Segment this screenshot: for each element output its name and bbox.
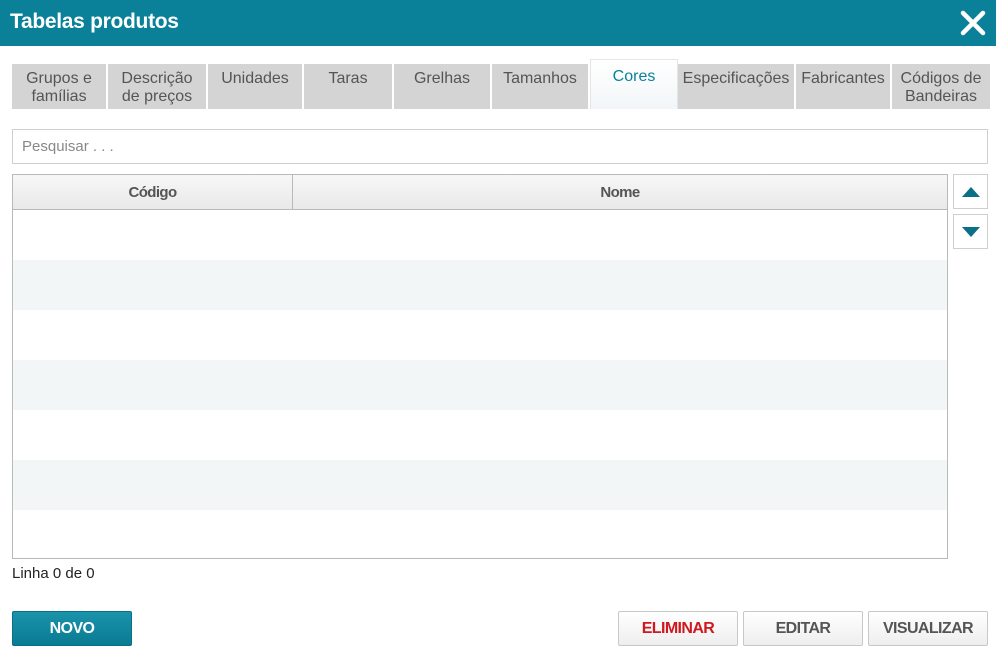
edit-button[interactable]: EDITAR (743, 611, 863, 646)
tab-bar: Grupos e famílias Descrição de preços Un… (12, 59, 990, 109)
close-icon[interactable] (958, 8, 988, 38)
scroll-down-button[interactable] (953, 214, 988, 249)
tab-unidades[interactable]: Unidades (208, 64, 304, 109)
delete-button[interactable]: ELIMINAR (618, 611, 738, 646)
tab-especificacoes[interactable]: Especificações (678, 64, 796, 109)
tab-grupos-familias[interactable]: Grupos e famílias (12, 64, 108, 109)
title-bar: Tabelas produtos (0, 0, 996, 46)
table-row (13, 410, 947, 460)
window-title: Tabelas produtos (10, 10, 179, 33)
table-row (13, 360, 947, 410)
scroll-up-button[interactable] (953, 174, 988, 209)
table-header: Código Nome (13, 175, 947, 210)
tab-tamanhos[interactable]: Tamanhos (492, 64, 590, 109)
table-row (13, 510, 947, 558)
tab-grelhas[interactable]: Grelhas (394, 64, 492, 109)
table-row (13, 460, 947, 510)
triangle-up-icon (961, 186, 980, 197)
search-input[interactable] (12, 129, 988, 164)
table-row (13, 260, 947, 310)
new-button[interactable]: NOVO (12, 611, 132, 646)
data-table: Código Nome (12, 174, 948, 559)
view-button[interactable]: VISUALIZAR (868, 611, 988, 646)
column-header-nome[interactable]: Nome (293, 175, 947, 209)
table-row (13, 210, 947, 260)
tab-fabricantes[interactable]: Fabricantes (796, 64, 892, 109)
triangle-down-icon (961, 226, 980, 237)
tab-taras[interactable]: Taras (304, 64, 394, 109)
tab-codigos-bandeiras[interactable]: Códigos de Bandeiras (892, 64, 990, 109)
tab-cores[interactable]: Cores (590, 59, 678, 109)
column-header-codigo[interactable]: Código (13, 175, 293, 209)
table-row (13, 310, 947, 360)
tab-descricao-precos[interactable]: Descrição de preços (108, 64, 208, 109)
row-count-status: Linha 0 de 0 (12, 565, 95, 582)
